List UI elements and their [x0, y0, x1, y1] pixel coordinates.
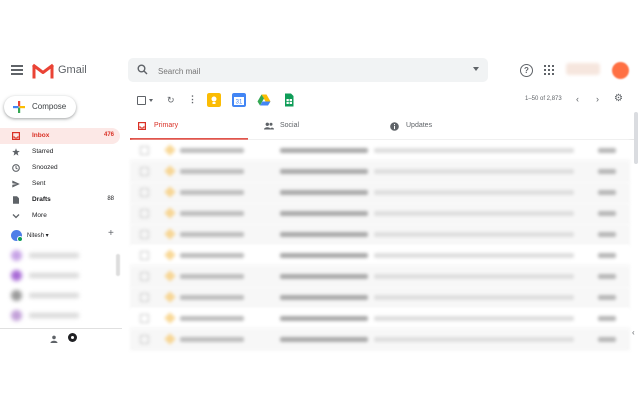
mail-toolbar: ↻ ⋮ 31 1–50 of 2,873 ‹ › ⚙	[130, 92, 640, 110]
list-item[interactable]	[130, 245, 630, 266]
calendar-addon-icon[interactable]: 31	[232, 93, 246, 107]
search-options-icon[interactable]	[473, 67, 479, 71]
email-list	[130, 140, 630, 350]
sheets-addon-icon[interactable]	[282, 93, 296, 107]
unread-count: 476	[103, 132, 114, 138]
hangouts-contact[interactable]	[11, 310, 101, 321]
search-icon[interactable]	[137, 64, 148, 75]
people-icon	[264, 122, 274, 130]
send-icon	[12, 180, 20, 188]
list-item[interactable]	[130, 203, 630, 224]
main-scrollbar[interactable]	[634, 112, 638, 164]
sidebar-item-drafts[interactable]: Drafts 88	[0, 192, 120, 208]
top-bar: Gmail ?	[0, 52, 640, 90]
list-item[interactable]	[130, 140, 630, 161]
select-all-checkbox[interactable]	[137, 96, 146, 105]
account-name-blurred[interactable]	[566, 63, 600, 75]
avatar[interactable]	[612, 62, 629, 79]
tab-primary[interactable]: Primary	[130, 114, 248, 140]
list-item[interactable]	[130, 308, 630, 329]
hangouts-scrollbar[interactable]	[116, 254, 120, 276]
gmail-app: Gmail ? Compose I	[0, 52, 640, 350]
sidebar-item-label: Starred	[32, 148, 54, 155]
chat-icon[interactable]	[68, 333, 77, 342]
sidebar-item-label: Snoozed	[32, 164, 58, 171]
refresh-icon[interactable]: ↻	[167, 95, 175, 106]
hangouts-contact[interactable]	[11, 270, 101, 281]
compose-button[interactable]: Compose	[4, 96, 76, 118]
avatar[interactable]	[11, 230, 23, 242]
person-icon[interactable]	[50, 335, 58, 343]
list-item[interactable]	[130, 224, 630, 245]
add-contact-button[interactable]: +	[108, 228, 114, 239]
keep-addon-icon[interactable]	[207, 93, 221, 107]
chevron-left-icon[interactable]: ‹	[632, 328, 635, 337]
menu-icon[interactable]	[11, 65, 23, 75]
sidebar-item-sent[interactable]: Sent	[0, 176, 120, 192]
sidebar-item-label: Inbox	[32, 132, 50, 139]
tab-social[interactable]: Social	[256, 114, 374, 138]
list-item[interactable]	[130, 161, 630, 182]
gear-icon[interactable]: ⚙	[614, 93, 623, 104]
sidebar-item-label: More	[32, 212, 47, 219]
tab-updates[interactable]: Updates	[382, 114, 500, 138]
search-bar[interactable]	[128, 58, 488, 82]
sidebar-item-label: Sent	[32, 180, 46, 187]
inbox-icon	[138, 122, 146, 130]
sidebar-footer	[0, 328, 122, 347]
calendar-day: 31	[236, 100, 243, 106]
more-options-icon[interactable]: ⋮	[188, 94, 197, 105]
sidebar-item-more[interactable]: More	[0, 208, 120, 224]
gmail-logo-icon[interactable]	[32, 63, 54, 79]
plus-icon	[13, 101, 25, 113]
drive-addon-icon[interactable]	[257, 93, 271, 107]
chevron-left-icon[interactable]: ‹	[576, 94, 579, 104]
apps-grid-icon[interactable]	[544, 65, 554, 75]
list-item[interactable]	[130, 182, 630, 203]
hangouts-user-name[interactable]: Nitesh ▾	[27, 232, 49, 239]
search-input[interactable]	[156, 62, 460, 80]
info-icon	[390, 122, 399, 131]
sidebar-item-starred[interactable]: Starred	[0, 144, 120, 160]
tab-label: Updates	[406, 122, 433, 129]
chevron-down-icon	[12, 214, 20, 219]
chevron-right-icon[interactable]: ›	[596, 94, 599, 104]
tab-label: Social	[280, 122, 300, 129]
gmail-wordmark: Gmail	[58, 64, 87, 76]
sidebar-item-inbox[interactable]: Inbox 476	[0, 128, 120, 144]
list-item[interactable]	[130, 329, 630, 350]
star-icon	[12, 148, 20, 156]
clock-icon	[12, 164, 20, 172]
help-icon[interactable]: ?	[520, 64, 533, 77]
sidebar-item-snoozed[interactable]: Snoozed	[0, 160, 120, 176]
sidebar-item-label: Drafts	[32, 196, 51, 203]
tab-label: Primary	[154, 122, 179, 129]
list-item[interactable]	[130, 266, 630, 287]
drafts-count: 88	[107, 196, 114, 202]
hangouts-contact[interactable]	[11, 290, 101, 301]
draft-icon	[13, 196, 19, 204]
sidebar-nav: Inbox 476 Starred Snoozed Sent Drafts 88…	[0, 128, 122, 224]
compose-label: Compose	[32, 102, 67, 111]
category-tabs: Primary Social Updates	[130, 114, 634, 140]
pagination-text: 1–50 of 2,873	[525, 96, 562, 102]
inbox-icon	[12, 132, 20, 140]
hangouts-contact[interactable]	[11, 250, 101, 261]
list-item[interactable]	[130, 287, 630, 308]
chevron-down-icon[interactable]	[149, 99, 153, 102]
